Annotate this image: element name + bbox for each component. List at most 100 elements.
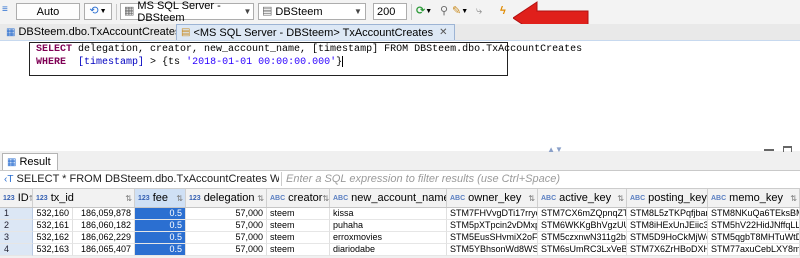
active-query: ‹T SELECT * FROM DBSteem.dbo.TxAccountCr… xyxy=(4,173,279,186)
cell-memo-key[interactable]: STM5qgbT8MHTuWtDu xyxy=(708,232,800,244)
cell-active-key[interactable]: STM7CX6mZQpnqZTe xyxy=(538,208,627,220)
text-type-icon: ABC xyxy=(450,194,466,202)
sort-icon[interactable]: ⇅ xyxy=(790,194,797,203)
cell-id[interactable]: 532,160 xyxy=(33,208,73,220)
filter-input[interactable]: Enter a SQL expression to filter results… xyxy=(281,172,800,186)
sort-icon[interactable]: ⇅ xyxy=(257,194,264,203)
edit-button[interactable]: ✎ ▼ xyxy=(452,3,474,20)
column-header[interactable]: 123ID⇅ xyxy=(0,189,33,207)
text-type-icon: ABC xyxy=(711,194,727,202)
cell-owner-key[interactable]: STM7FHVvgDTi17rryc5 xyxy=(447,208,538,220)
cell-owner-key[interactable]: STM5EusSHvmiX2oF4y xyxy=(447,232,538,244)
column-label: tx_id xyxy=(50,192,74,204)
table-row[interactable]: 4 532,163 186,065,407 0.5 57,000 steem d… xyxy=(0,244,800,256)
cell-delegation[interactable]: 57,000 xyxy=(186,220,267,232)
history-icon: ⟲ xyxy=(89,5,99,17)
cell-id[interactable]: 532,161 xyxy=(33,220,73,232)
navigate-button[interactable]: ⤷ xyxy=(476,3,496,20)
cell-tx-id[interactable]: 186,059,878 xyxy=(73,208,135,220)
main-toolbar: ≡ Auto ⟲ ▼ ▦ MS SQL Server - DBSteem ▼ ▤ … xyxy=(0,0,800,35)
cell-active-key[interactable]: STM6WKKgBhVgzUUE xyxy=(538,220,627,232)
column-header[interactable]: 123 fee ⇅ xyxy=(135,189,186,207)
column-header[interactable]: ABC memo_key ⇅ xyxy=(708,189,800,207)
datasource-label: MS SQL Server - DBSteem xyxy=(137,0,221,24)
cell-tx-id[interactable]: 186,062,229 xyxy=(73,232,135,244)
row-number[interactable]: 3 xyxy=(0,232,33,244)
cell-creator[interactable]: steem xyxy=(267,232,330,244)
cell-posting-key[interactable]: STM7X6ZrHBoDXHt xyxy=(627,244,708,256)
sort-icon[interactable]: ⇅ xyxy=(528,194,535,203)
column-header[interactable]: 123 tx_id ⇅ xyxy=(33,189,135,207)
cell-delegation[interactable]: 57,000 xyxy=(186,208,267,220)
result-limit-input[interactable]: 200 xyxy=(373,3,407,20)
table-row[interactable]: 1 532,160 186,059,878 0.5 57,000 steem k… xyxy=(0,208,800,220)
column-header[interactable]: ABC owner_key ⇅ xyxy=(447,189,538,207)
text-type-icon: ABC xyxy=(630,194,646,202)
sort-icon[interactable]: ⇅ xyxy=(125,194,132,203)
cell-tx-id[interactable]: 186,065,407 xyxy=(73,244,135,256)
cell-creator[interactable]: steem xyxy=(267,208,330,220)
cell-fee[interactable]: 0.5 xyxy=(135,232,186,244)
column-header[interactable]: ABC active_key ⇅ xyxy=(538,189,627,207)
result-tabbar: ▦ Result xyxy=(0,152,800,171)
cell-owner-key[interactable]: STM5YBhsonWd8WS9r xyxy=(447,244,538,256)
cell-new-account-name[interactable]: diariodabe xyxy=(330,244,447,256)
cell-fee[interactable]: 0.5 xyxy=(135,244,186,256)
column-header[interactable]: 123 delegation ⇅ xyxy=(186,189,267,207)
database-label: DBSteem xyxy=(275,5,323,18)
sort-icon[interactable]: ⇅ xyxy=(176,194,183,203)
cell-posting-key[interactable]: STM8L5zTKPqfjban xyxy=(627,208,708,220)
tab-result[interactable]: ▦ Result xyxy=(2,153,58,170)
number-type-icon: 123 xyxy=(138,194,150,202)
row-number[interactable]: 1 xyxy=(0,208,33,220)
number-type-icon: 123 xyxy=(36,194,48,202)
cell-active-key[interactable]: STM5czxnwN311g2b9 xyxy=(538,232,627,244)
close-icon[interactable]: ✕ xyxy=(439,27,447,38)
server-icon: ▦ xyxy=(124,5,135,17)
database-selector[interactable]: ▤ DBSteem ▼ xyxy=(258,3,366,20)
cell-memo-key[interactable]: STM8NKuQa6TEksBMk xyxy=(708,208,800,220)
cell-posting-key[interactable]: STM8iHExUnJEiic3K xyxy=(627,220,708,232)
column-header[interactable]: ABC creator ⇅ xyxy=(267,189,330,207)
sql-text: {ts xyxy=(162,57,187,69)
sql-column: [timestamp] xyxy=(66,57,145,69)
cell-new-account-name[interactable]: erroxmovies xyxy=(330,232,447,244)
toolbar-grip-icon: ≡ xyxy=(2,4,8,15)
refresh-button[interactable]: ⟳ ▼ xyxy=(416,3,438,20)
cell-delegation[interactable]: 57,000 xyxy=(186,244,267,256)
cell-delegation[interactable]: 57,000 xyxy=(186,232,267,244)
cell-new-account-name[interactable]: kissa xyxy=(330,208,447,220)
tab-table-editor[interactable]: ▦ DBSteem.dbo.TxAccountCreates xyxy=(2,24,186,40)
column-label: new_account_name xyxy=(351,192,447,204)
cell-fee[interactable]: 0.5 xyxy=(135,220,186,232)
sort-icon[interactable]: ⇅ xyxy=(322,194,329,203)
table-row[interactable]: 2 532,161 186,060,182 0.5 57,000 steem p… xyxy=(0,220,800,232)
column-header[interactable]: ABCposting_key⇅ xyxy=(627,189,708,207)
column-header[interactable]: ABCnew_account_name⇅ xyxy=(330,189,447,207)
database-icon: ▤ xyxy=(262,5,273,17)
cell-active-key[interactable]: STM6sUmRC3LxVeBLt xyxy=(538,244,627,256)
history-button[interactable]: ⟲ ▼ xyxy=(84,3,112,20)
cell-posting-key[interactable]: STM5D9HoCkMjWcy xyxy=(627,232,708,244)
cell-id[interactable]: 532,162 xyxy=(33,232,73,244)
cell-owner-key[interactable]: STM5pXTpcin2vDMxp xyxy=(447,220,538,232)
cell-memo-key[interactable]: STM5hV22HidJNffqLLC xyxy=(708,220,800,232)
table-row[interactable]: 3 532,162 186,062,229 0.5 57,000 steem e… xyxy=(0,232,800,244)
cell-creator[interactable]: steem xyxy=(267,220,330,232)
transaction-mode-button[interactable]: Auto xyxy=(16,3,80,20)
cell-id[interactable]: 532,163 xyxy=(33,244,73,256)
sort-icon[interactable]: ⇅ xyxy=(617,194,624,203)
execute-button[interactable]: ϟ xyxy=(500,3,514,20)
cell-fee[interactable]: 0.5 xyxy=(135,208,186,220)
row-number[interactable]: 4 xyxy=(0,244,33,256)
cell-creator[interactable]: steem xyxy=(267,244,330,256)
cell-new-account-name[interactable]: puhaha xyxy=(330,220,447,232)
cell-memo-key[interactable]: STM77axuCebLXY8mD xyxy=(708,244,800,256)
row-number[interactable]: 2 xyxy=(0,220,33,232)
tab-sql-editor[interactable]: ▤ <MS SQL Server - DBSteem> TxAccountCre… xyxy=(176,24,455,40)
editor-tabbar: ▦ DBSteem.dbo.TxAccountCreates ▤ <MS SQL… xyxy=(0,24,800,41)
datasource-selector[interactable]: ▦ MS SQL Server - DBSteem ▼ xyxy=(120,0,254,24)
cell-tx-id[interactable]: 186,060,182 xyxy=(73,220,135,232)
column-label: delegation xyxy=(203,192,255,204)
sql-editor[interactable]: SELECT delegation, creator, new_account_… xyxy=(0,41,800,151)
